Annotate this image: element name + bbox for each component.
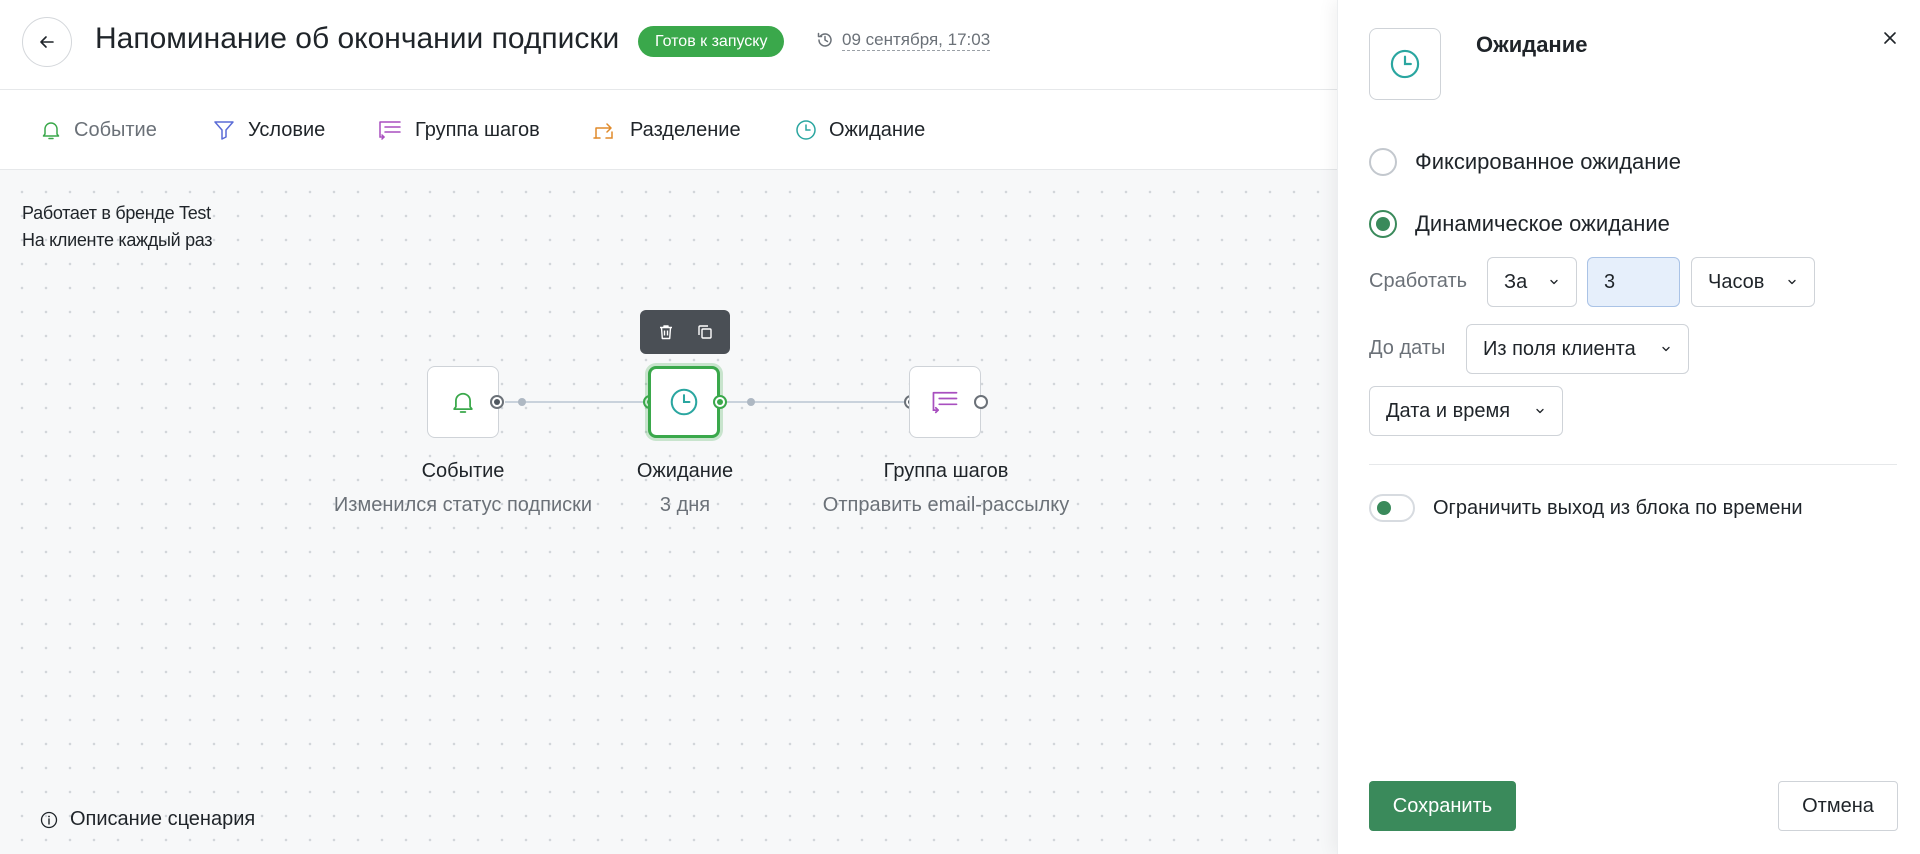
header: Напоминание об окончании подписки Готов … (0, 0, 1337, 90)
node-event-out-port[interactable] (490, 395, 504, 409)
tool-step-group-label: Группа шагов (415, 118, 540, 141)
cancel-button[interactable]: Отмена (1778, 781, 1898, 831)
until-source-select[interactable]: Из поля клиента (1466, 324, 1689, 374)
scenario-info: Работает в бренде Test На клиенте каждый… (22, 200, 213, 254)
link-dot (747, 398, 755, 406)
trigger-unit-value: Часов (1708, 270, 1765, 293)
chevron-down-icon (1788, 279, 1796, 285)
block-toolbar: Событие Условие Группа шагов Разделение … (0, 90, 1337, 170)
history-date: 09 сентября, 17:03 (842, 29, 991, 51)
tool-event[interactable]: Событие (40, 90, 157, 170)
panel-divider (1369, 464, 1897, 465)
trigger-prefix-select[interactable]: За (1487, 257, 1577, 307)
arrow-left-icon (40, 36, 54, 48)
filter-icon (214, 121, 234, 140)
clock-icon (670, 388, 698, 416)
trigger-info: На клиенте каждый раз (22, 230, 213, 250)
radio-fixed-indicator[interactable] (1369, 148, 1397, 176)
node-group-title: Группа шагов (883, 460, 1009, 482)
tool-condition-label: Условие (248, 118, 326, 141)
panel-title: Ожидание (1476, 32, 1588, 57)
node-wait[interactable] (648, 366, 720, 438)
history-link[interactable]: 09 сентября, 17:03 (816, 26, 991, 54)
node-event-title: Событие (421, 460, 505, 482)
close-panel-button[interactable] (1878, 26, 1902, 50)
radio-fixed-wait[interactable]: Фиксированное ожидание (1369, 148, 1681, 176)
tool-wait[interactable]: Ожидание (795, 90, 925, 170)
trigger-label: Сработать (1369, 270, 1468, 292)
limit-exit-label: Ограничить выход из блока по времени (1433, 496, 1803, 519)
status-badge: Готов к запуску (638, 26, 785, 57)
trigger-unit-select[interactable]: Часов (1691, 257, 1815, 307)
tool-split-label: Разделение (630, 118, 741, 141)
node-group-out-port[interactable] (974, 395, 988, 409)
delete-node-button[interactable] (648, 314, 684, 350)
datetime-field-value: Дата и время (1386, 399, 1511, 422)
copy-icon (697, 325, 712, 339)
scenario-description-link[interactable]: Описание сценария (40, 808, 255, 831)
node-group-subtitle: Отправить email-рассылку (822, 494, 1070, 516)
limit-exit-toggle[interactable] (1369, 494, 1415, 522)
tool-wait-label: Ожидание (829, 118, 926, 141)
node-wait-out-port[interactable] (713, 395, 727, 409)
trash-icon (659, 325, 672, 340)
wait-settings-panel: Ожидание Фиксированное ожидание Динамиче… (1337, 0, 1920, 854)
link-event-wait (505, 401, 647, 403)
step-group-icon (379, 121, 401, 140)
radio-dynamic-wait[interactable]: Динамическое ожидание (1369, 210, 1670, 238)
tool-split[interactable]: Разделение (592, 90, 741, 170)
clock-icon (796, 120, 816, 140)
node-event[interactable] (427, 366, 499, 438)
page-title: Напоминание об окончании подписки (95, 22, 620, 55)
until-date-label: До даты (1369, 337, 1446, 359)
back-button[interactable] (22, 17, 72, 67)
node-wait-subtitle: 3 дня (659, 494, 711, 516)
clock-icon (1390, 49, 1420, 79)
history-icon (817, 32, 832, 47)
node-actions-toolbar (640, 310, 730, 354)
copy-node-button[interactable] (687, 314, 723, 350)
tool-condition[interactable]: Условие (212, 90, 325, 170)
info-icon (40, 811, 58, 828)
tool-step-group[interactable]: Группа шагов (377, 90, 540, 170)
trigger-value-input[interactable] (1587, 257, 1680, 307)
scenario-description-label: Описание сценария (70, 808, 256, 830)
node-step-group[interactable] (909, 366, 981, 438)
bell-icon (453, 392, 473, 413)
scenario-canvas[interactable]: Работает в бренде Test На клиенте каждый… (0, 170, 1337, 854)
radio-dynamic-label: Динамическое ожидание (1415, 211, 1670, 236)
link-dot (518, 398, 526, 406)
save-button[interactable]: Сохранить (1369, 781, 1516, 831)
trigger-prefix-value: За (1504, 270, 1528, 293)
panel-block-icon (1369, 28, 1441, 100)
split-icon (593, 123, 613, 139)
close-icon (1884, 32, 1896, 44)
limit-exit-toggle-row[interactable]: Ограничить выход из блока по времени (1369, 494, 1803, 522)
radio-dynamic-indicator[interactable] (1369, 210, 1397, 238)
tool-event-label: Событие (74, 118, 157, 141)
brand-info: Работает в бренде Test (22, 203, 211, 223)
chevron-down-icon (1536, 408, 1544, 414)
chevron-down-icon (1550, 279, 1558, 285)
node-event-subtitle: Изменился статус подписки (333, 494, 593, 516)
datetime-field-select[interactable]: Дата и время (1369, 386, 1563, 436)
node-wait-title: Ожидание (636, 460, 734, 482)
step-group-icon (932, 391, 958, 414)
chevron-down-icon (1662, 346, 1670, 352)
until-source-value: Из поля клиента (1483, 337, 1636, 360)
radio-fixed-label: Фиксированное ожидание (1415, 149, 1681, 174)
bell-icon (42, 122, 60, 140)
